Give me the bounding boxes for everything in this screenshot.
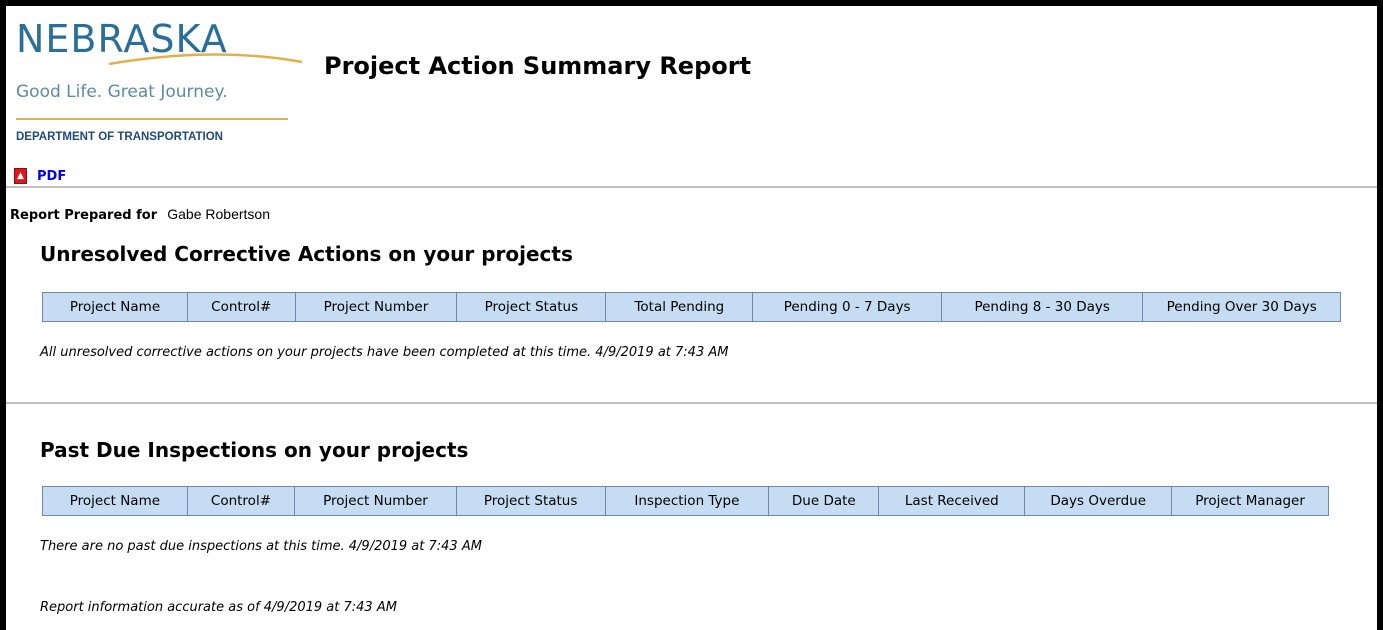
column-header: Project Number — [294, 486, 457, 516]
report-page: NEBRASKA Good Life. Great Journey. DEPAR… — [6, 6, 1377, 630]
past-due-inspections-message: There are no past due inspections at thi… — [40, 539, 482, 554]
column-header: Project Number — [294, 292, 458, 322]
column-header: Pending 0 - 7 Days — [752, 292, 942, 322]
divider — [6, 402, 1377, 404]
logo-department: DEPARTMENT OF TRANSPORTATION — [16, 131, 223, 143]
column-header: Control# — [186, 486, 296, 516]
column-header: Pending 8 - 30 Days — [940, 292, 1144, 322]
pdf-icon[interactable]: ▲ — [14, 168, 27, 184]
page-title: Project Action Summary Report — [324, 52, 752, 80]
column-header: Pending Over 30 Days — [1142, 292, 1341, 322]
pdf-link-label[interactable]: PDF — [37, 169, 66, 184]
column-header: Control# — [186, 292, 296, 322]
column-header: Total Pending — [605, 292, 754, 322]
pdf-export-link[interactable]: ▲ PDF — [14, 168, 66, 184]
prepared-for-name: Gabe Robertson — [167, 206, 270, 222]
report-accuracy-note: Report information accurate as of 4/9/20… — [40, 600, 397, 615]
past-due-inspections-heading: Past Due Inspections on your projects — [40, 438, 469, 462]
table-header-row: Project Name Control# Project Number Pro… — [42, 292, 1341, 322]
past-due-inspections-table: Project Name Control# Project Number Pro… — [42, 486, 1329, 516]
column-header: Project Status — [455, 486, 606, 516]
corrective-actions-table: Project Name Control# Project Number Pro… — [42, 292, 1341, 322]
ndot-logo: NEBRASKA Good Life. Great Journey. DEPAR… — [14, 14, 304, 149]
column-header: Project Manager — [1171, 486, 1329, 516]
column-header: Project Name — [42, 292, 188, 322]
column-header: Inspection Type — [604, 486, 770, 516]
corrective-actions-message: All unresolved corrective actions on you… — [40, 345, 729, 360]
logo-tagline: Good Life. Great Journey. — [16, 82, 228, 102]
column-header: Last Received — [878, 486, 1026, 516]
column-header: Project Status — [456, 292, 607, 322]
prepared-for-label: Report Prepared for — [10, 208, 158, 223]
table-header-row: Project Name Control# Project Number Pro… — [42, 486, 1329, 516]
column-header: Due Date — [768, 486, 880, 516]
corrective-actions-heading: Unresolved Corrective Actions on your pr… — [40, 242, 573, 266]
report-prepared-for: Report Prepared for Gabe Robertson — [10, 206, 270, 223]
logo-swoosh — [108, 53, 303, 66]
divider — [6, 186, 1377, 188]
column-header: Days Overdue — [1024, 486, 1173, 516]
logo-divider — [16, 118, 288, 120]
column-header: Project Name — [42, 486, 188, 516]
